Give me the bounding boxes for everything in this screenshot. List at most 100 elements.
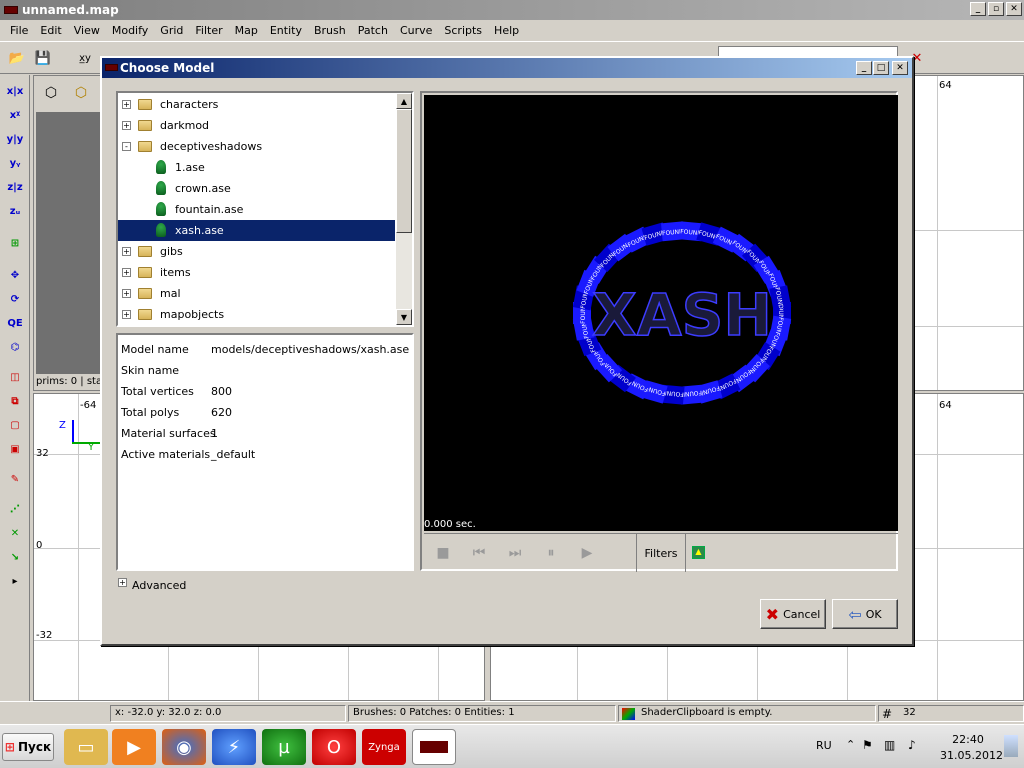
menu-grid[interactable]: Grid [154,24,189,37]
tree-expander[interactable]: - [122,142,131,151]
light-icon[interactable]: ✎ [3,467,27,491]
network-icon[interactable]: ▥ [884,738,895,752]
menu-help[interactable]: Help [488,24,525,37]
menu-patch[interactable]: Patch [352,24,394,37]
tree-folder-row[interactable]: + mal [118,283,395,304]
close-button[interactable]: ✕ [1006,2,1022,16]
flag-icon[interactable]: ⚑ [862,738,873,752]
rotate-z-icon[interactable]: zᵤ [3,199,27,223]
radiant-task-icon[interactable] [412,729,456,765]
textured-cube-icon[interactable]: ⬡ [70,82,92,104]
taskbar: ⊞ Пуск ▭ ▶ ◉ ⚡ µ O Zynga RU ⌃ ⚑ ▥ ♪ 22:4… [0,724,1024,768]
filters-button[interactable]: Filters [636,534,686,572]
tree-model-row[interactable]: 1.ase [118,157,395,178]
menu-file[interactable]: File [4,24,34,37]
language-indicator[interactable]: RU [816,739,832,752]
cube-icon[interactable]: ⬡ [40,82,62,104]
opera-icon[interactable]: O [312,729,356,765]
flip-y-icon[interactable]: y|y [3,127,27,151]
media-player-icon[interactable]: ▶ [112,729,156,765]
tree-expander[interactable]: + [122,247,131,256]
tree-folder-row[interactable]: + mapobjects [118,304,395,325]
csg-icon[interactable]: ⧉ [3,389,27,413]
advanced-label[interactable]: Advanced [132,579,186,592]
vertex-icon[interactable]: ⌬ [3,335,27,359]
clock-time[interactable]: 22:40 [940,733,996,746]
flip-x-icon[interactable]: x|x [3,79,27,103]
rotate-x-icon[interactable]: xᵡ [3,103,27,127]
move-icon[interactable]: ✥ [3,263,27,287]
path-icon[interactable]: ↘ [3,545,27,569]
menu-edit[interactable]: Edit [34,24,67,37]
grid-icon: # [882,707,893,721]
tree-model-row[interactable]: xash.ase [118,220,395,241]
tree-folder-row[interactable]: + darkmod [118,115,395,136]
lightning-app-icon[interactable]: ⚡ [212,729,256,765]
model-center-text: XASH [592,281,772,349]
scroll-thumb[interactable] [396,109,412,233]
filter-settings-icon[interactable]: ▲ [692,546,705,559]
clock-date[interactable]: 31.05.2012 [940,749,1003,762]
restore-button[interactable]: ▫ [988,2,1004,16]
tree-scrollbar[interactable]: ▲ ▼ [396,93,412,325]
make-room-icon[interactable]: ▣ [3,437,27,461]
tree-expander[interactable]: + [122,310,131,319]
hollow-icon[interactable]: ▢ [3,413,27,437]
select-icon[interactable]: ⊞ [3,231,27,255]
zynga-icon[interactable]: Zynga [362,729,406,765]
qe-icon[interactable]: QE [3,311,27,335]
save-icon[interactable]: 💾 [32,47,54,69]
start-button[interactable]: ⊞ Пуск [2,733,54,761]
scroll-down-button[interactable]: ▼ [396,309,412,325]
show-desktop-button[interactable] [1004,735,1018,757]
dialog-close-button[interactable]: ✕ [892,61,908,75]
tree-folder-row[interactable]: + gibs [118,241,395,262]
play-icon[interactable]: ▶ [578,544,596,562]
minimize-button[interactable]: _ [970,2,986,16]
menu-filter[interactable]: Filter [189,24,228,37]
more-tools-icon[interactable]: ▸ [3,569,27,593]
flip-z-icon[interactable]: z|z [3,175,27,199]
tree-expander[interactable]: + [122,289,131,298]
menu-map[interactable]: Map [229,24,264,37]
scroll-up-button[interactable]: ▲ [396,93,412,109]
utorrent-icon[interactable]: µ [262,729,306,765]
tree-folder-row[interactable]: - deceptiveshadows [118,136,395,157]
rotate-y-icon[interactable]: yᵧ [3,151,27,175]
menu-view[interactable]: View [68,24,106,37]
dialog-maximize-button[interactable]: □ [873,61,889,75]
tree-expander[interactable]: + [122,100,131,109]
tree-folder-row[interactable]: + items [118,262,395,283]
ok-button[interactable]: ⇦ OK [832,599,898,629]
open-icon[interactable]: 📂 [6,47,28,69]
stop-playback-icon[interactable]: ■ [434,544,452,562]
cancel-button[interactable]: ✖ Cancel [760,599,826,629]
tree-model-row[interactable]: crown.ase [118,178,395,199]
rotate-icon[interactable]: ⟳ [3,287,27,311]
skip-start-icon[interactable]: ⏮ [470,544,488,562]
xy-flip-icon[interactable]: x̲y [74,47,96,69]
firefox-icon[interactable]: ◉ [162,729,206,765]
camera-view[interactable] [36,112,102,374]
menu-entity[interactable]: Entity [264,24,308,37]
skip-end-icon[interactable]: ⏭ [506,544,524,562]
tree-expander[interactable]: + [122,268,131,277]
pause-icon[interactable]: ⏸ [542,544,560,562]
tree-model-row[interactable]: fountain.ase [118,199,395,220]
model-tree[interactable]: + characters + darkmod - deceptiveshadows 1.as… [116,91,414,327]
explorer-icon[interactable]: ▭ [64,729,108,765]
menu-modify[interactable]: Modify [106,24,154,37]
volume-icon[interactable]: ♪ [908,738,916,752]
menu-curve[interactable]: Curve [394,24,438,37]
patch-icon[interactable]: ⋰ [3,497,27,521]
menu-scripts[interactable]: Scripts [438,24,488,37]
model-preview-viewport[interactable]: FOUND FOUND FOUND FOUND FOUND FOUND FOUND FOUND… [424,95,898,531]
tree-folder-row[interactable]: + characters [118,94,395,115]
clip-icon[interactable]: ◫ [3,365,27,389]
advanced-expander[interactable]: + [118,578,127,587]
curve-icon[interactable]: ✕ [3,521,27,545]
dialog-minimize-button[interactable]: _ [856,61,872,75]
tree-expander[interactable]: + [122,121,131,130]
tray-expand-icon[interactable]: ⌃ [846,738,855,751]
menu-brush[interactable]: Brush [308,24,352,37]
